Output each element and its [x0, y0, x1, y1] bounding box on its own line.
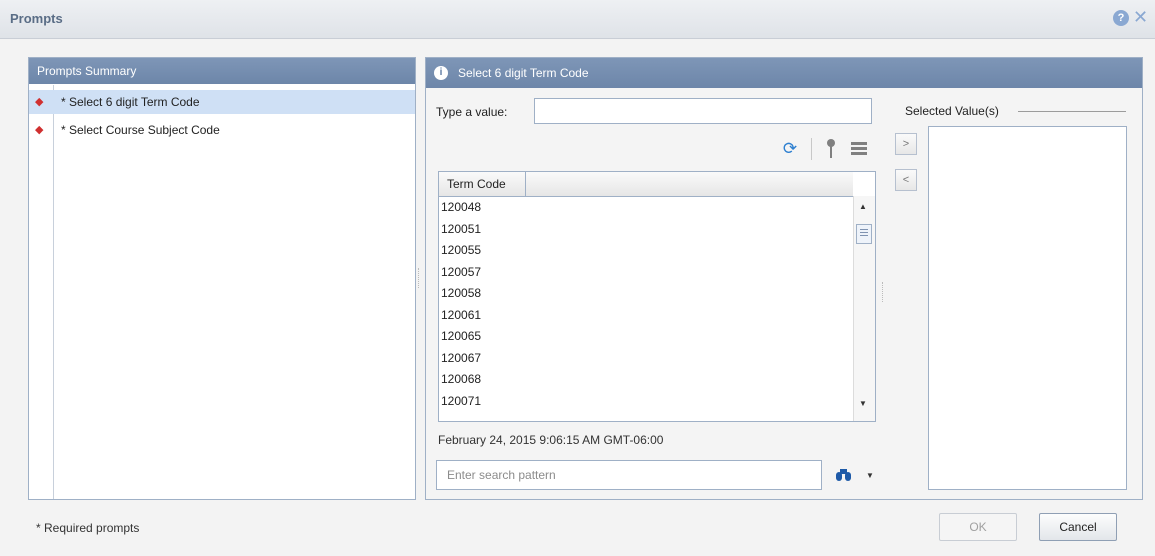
list-scrollbar[interactable]: ▲ ▼	[853, 196, 875, 421]
list-item[interactable]: 120058	[441, 283, 481, 304]
summary-item-term-code[interactable]: ◆ * Select 6 digit Term Code	[29, 90, 415, 114]
column-header-row: Term Code	[439, 172, 853, 197]
scroll-down-icon[interactable]: ▼	[859, 399, 867, 408]
list-icon[interactable]	[851, 141, 867, 157]
key-icon[interactable]	[826, 139, 836, 159]
type-value-input[interactable]	[534, 98, 872, 124]
column-header-term-code[interactable]: Term Code	[439, 172, 526, 196]
panel-splitter[interactable]	[418, 268, 422, 288]
scroll-thumb[interactable]	[856, 224, 872, 244]
ok-button[interactable]: OK	[939, 513, 1017, 541]
dialog-titlebar: Prompts ? ✕	[0, 0, 1155, 39]
help-icon[interactable]: ?	[1113, 10, 1129, 26]
prompts-summary-panel: Prompts Summary ◆ * Select 6 digit Term …	[28, 57, 416, 500]
list-item[interactable]: 120055	[441, 240, 481, 261]
term-code-list: Term Code 120048 120051 120055 120057 12…	[438, 171, 876, 422]
summary-gutter	[29, 85, 54, 499]
prompt-detail-header: i Select 6 digit Term Code	[426, 58, 1142, 88]
list-item[interactable]: 120057	[441, 262, 481, 283]
list-item[interactable]: 120048	[441, 197, 481, 218]
dialog-title: Prompts	[10, 11, 63, 26]
required-marker-icon: ◆	[35, 96, 44, 108]
list-item[interactable]: 120071	[441, 391, 481, 412]
list-item[interactable]: 120061	[441, 305, 481, 326]
close-icon[interactable]: ✕	[1133, 8, 1148, 26]
required-marker-icon: ◆	[35, 124, 44, 136]
prompts-summary-header: Prompts Summary	[29, 58, 415, 84]
list-item[interactable]: 120067	[441, 348, 481, 369]
type-value-label: Type a value:	[436, 105, 508, 119]
refresh-timestamp: February 24, 2015 9:06:15 AM GMT-06:00	[438, 433, 664, 447]
list-item[interactable]: 120051	[441, 219, 481, 240]
list-item[interactable]: 120068	[441, 369, 481, 390]
binoculars-icon[interactable]	[836, 468, 852, 482]
required-prompts-note: * Required prompts	[36, 521, 140, 535]
panel-splitter[interactable]	[882, 282, 886, 302]
summary-item-label: * Select Course Subject Code	[61, 123, 220, 137]
cancel-button[interactable]: Cancel	[1039, 513, 1117, 541]
toolbar-divider	[811, 138, 812, 160]
prompt-detail-title: Select 6 digit Term Code	[458, 66, 589, 80]
prompts-dialog: Prompts ? ✕ Prompts Summary ◆ * Select 6…	[0, 0, 1155, 556]
info-icon: i	[434, 66, 448, 80]
list-item[interactable]: 120065	[441, 326, 481, 347]
selected-values-list[interactable]	[928, 126, 1127, 490]
add-value-button[interactable]: >	[895, 133, 917, 155]
scroll-up-icon[interactable]: ▲	[859, 202, 867, 211]
chevron-down-icon[interactable]: ▼	[866, 471, 874, 480]
selected-values-divider	[1018, 111, 1126, 112]
summary-item-subject-code[interactable]: ◆ * Select Course Subject Code	[29, 118, 415, 142]
search-input[interactable]	[436, 460, 822, 490]
summary-item-label: * Select 6 digit Term Code	[61, 95, 200, 109]
remove-value-button[interactable]: <	[895, 169, 917, 191]
refresh-icon[interactable]: ⟳	[781, 140, 799, 158]
selected-values-label: Selected Value(s)	[905, 104, 999, 118]
